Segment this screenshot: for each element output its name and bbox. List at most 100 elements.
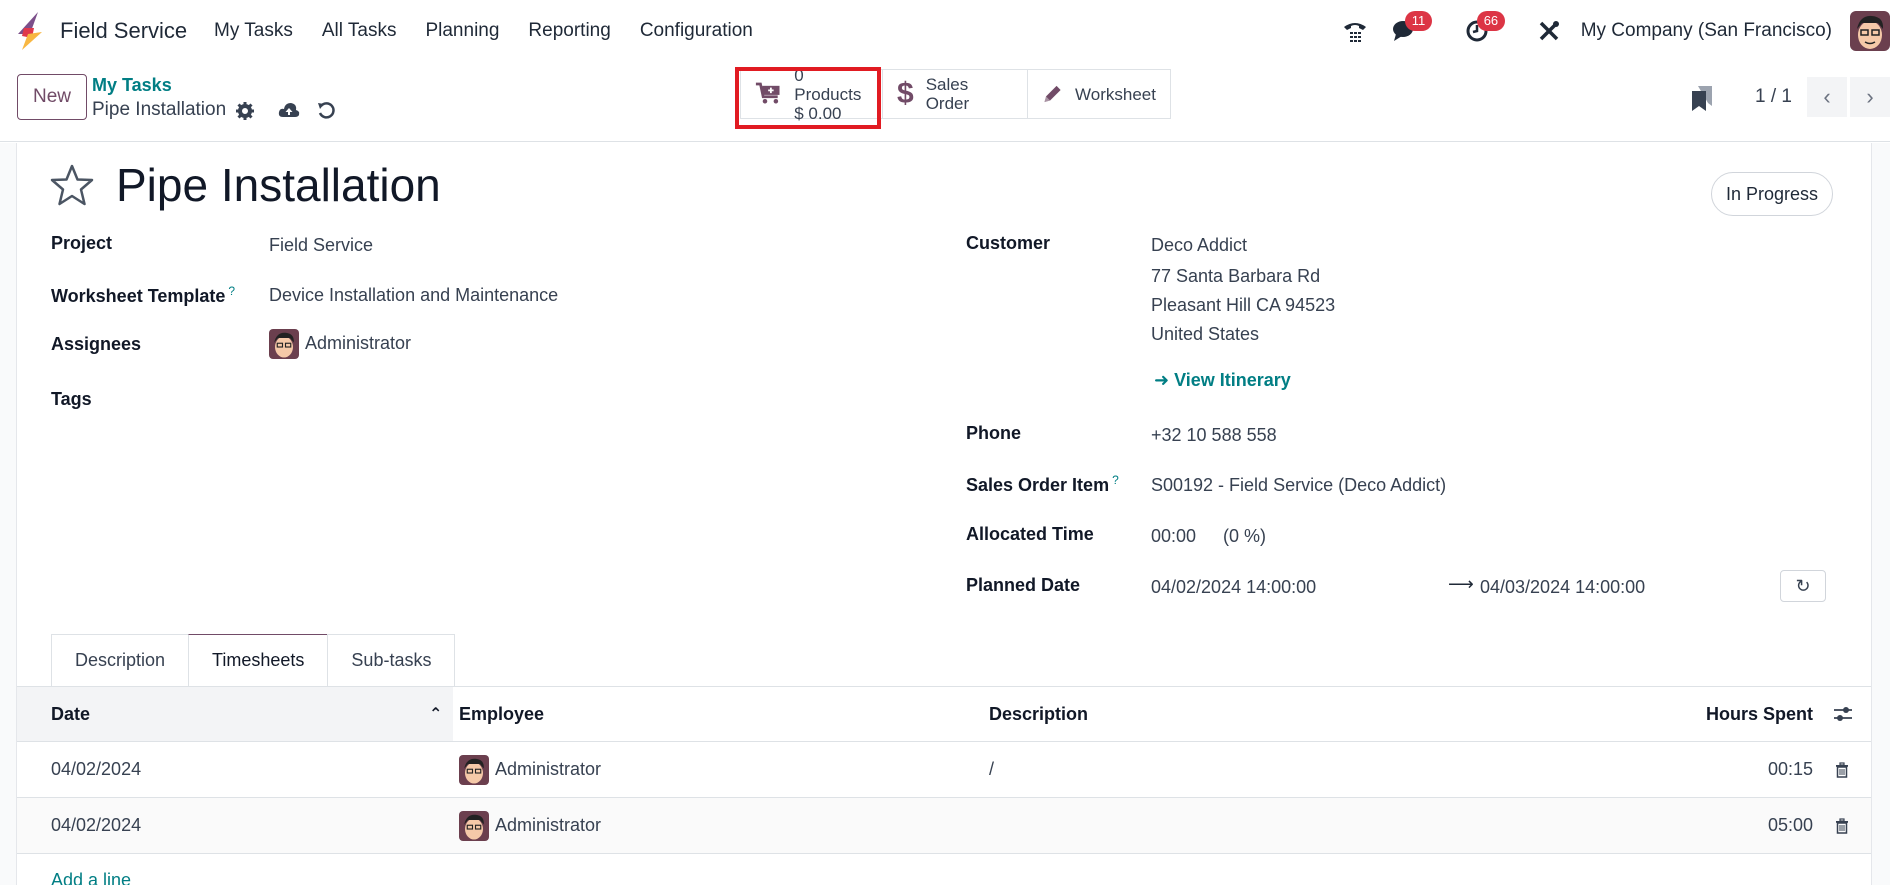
save-cloud-icon[interactable] <box>278 99 300 125</box>
timesheet-table: Date ⌃ Employee Description Hours Spent … <box>17 687 1871 854</box>
table-row[interactable]: 04/02/2024 Administrator 05:00 <box>17 798 1871 854</box>
products-smart-button[interactable]: 0 Products $ 0.00 <box>741 66 883 123</box>
sales-order-item-label: Sales Order Item? <box>966 473 1119 495</box>
assignees-field[interactable]: Administrator <box>269 329 411 359</box>
row-hours: 05:00 <box>1767 815 1813 835</box>
column-hours-spent[interactable]: Hours Spent <box>1706 687 1813 741</box>
sort-ascending-icon[interactable]: ⌃ <box>429 687 442 741</box>
menu-configuration[interactable]: Configuration <box>640 20 753 42</box>
customer-label: Customer <box>966 233 1051 253</box>
column-date[interactable]: Date <box>51 687 90 741</box>
pager-previous-button[interactable]: ‹ <box>1807 77 1847 117</box>
activities-badge: 66 <box>1476 11 1506 31</box>
planned-date-label: Planned Date <box>966 575 1081 595</box>
assignee-avatar <box>269 329 299 359</box>
address-line2: Pleasant Hill CA 94523 <box>1151 295 1336 315</box>
worksheet-label: Worksheet <box>1075 84 1156 104</box>
phone-label: Phone <box>966 423 1022 443</box>
column-employee[interactable]: Employee <box>459 687 544 741</box>
customer-field[interactable]: Deco Addict <box>1151 235 1247 256</box>
gear-icon[interactable] <box>236 99 254 126</box>
menu-all-tasks[interactable]: All Tasks <box>322 20 397 42</box>
products-count: 0 Products <box>794 65 862 104</box>
cart-plus-icon <box>755 82 780 104</box>
breadcrumb-current: Pipe Installation <box>92 99 227 120</box>
worksheet-smart-button[interactable]: Worksheet <box>1028 70 1170 118</box>
worksheet-template-field[interactable]: Device Installation and Maintenance <box>269 285 558 306</box>
allocated-time-field[interactable]: 00:00 <box>1151 526 1196 547</box>
systray: 11 66 My Company (San Francisco) <box>1341 0 1890 62</box>
project-field[interactable]: Field Service <box>269 235 373 256</box>
row-hours: 00:15 <box>1767 759 1813 779</box>
date-range-arrow-icon: ⟶ <box>1448 574 1474 594</box>
address-country: United States <box>1151 324 1260 344</box>
row-description: / <box>989 759 995 779</box>
sales-order-label: Sales Order <box>925 75 970 113</box>
allocated-time-label: Allocated Time <box>966 524 1094 544</box>
bookmark-icon[interactable] <box>1690 84 1714 112</box>
row-date: 04/02/2024 <box>51 759 142 779</box>
refresh-date-button[interactable]: ↻ <box>1780 570 1826 602</box>
refresh-icon: ↻ <box>1795 575 1811 596</box>
control-panel: New My Tasks Pipe Installation 0 Product… <box>0 62 1890 142</box>
column-description[interactable]: Description <box>989 687 1088 741</box>
table-row[interactable]: 04/02/2024 Administrator / 00:15 <box>17 742 1871 798</box>
assignee-name: Administrator <box>305 332 412 353</box>
pager-next-button[interactable]: › <box>1850 77 1890 117</box>
phone-icon[interactable] <box>1341 17 1369 45</box>
menu-my-tasks[interactable]: My Tasks <box>214 20 293 42</box>
planned-end-field[interactable]: 04/03/2024 14:00:00 <box>1480 577 1645 598</box>
menu-planning[interactable]: Planning <box>425 20 499 42</box>
task-title[interactable]: Pipe Installation <box>116 158 441 212</box>
arrow-right-icon: ➜ <box>1154 370 1175 390</box>
pager-value[interactable]: 1 / 1 <box>1755 86 1792 108</box>
messages-badge: 11 <box>1404 11 1433 31</box>
breadcrumb-parent[interactable]: My Tasks <box>92 75 172 96</box>
assignees-label: Assignees <box>51 334 142 354</box>
pencil-icon <box>1044 85 1061 103</box>
notebook-tabs: Description Timesheets Sub-tasks <box>51 634 456 686</box>
allocated-percent: (0 %) <box>1223 526 1267 546</box>
chat-icon[interactable]: 11 <box>1391 11 1433 45</box>
clock-icon[interactable]: 66 <box>1463 11 1506 45</box>
sheet-right-gutter <box>1871 143 1890 885</box>
optional-columns-icon[interactable] <box>1833 687 1853 741</box>
address-line1: 77 Santa Barbara Rd <box>1151 266 1321 286</box>
status-badge[interactable]: In Progress <box>1711 172 1834 216</box>
products-amount: $ 0.00 <box>794 103 842 123</box>
help-icon[interactable]: ? <box>228 284 235 298</box>
star-icon[interactable] <box>50 163 94 207</box>
user-avatar[interactable] <box>1850 11 1890 51</box>
help-icon[interactable]: ? <box>1112 473 1119 487</box>
view-itinerary-link[interactable]: ➜ View Itinerary <box>1154 370 1291 391</box>
field-service-logo-icon[interactable] <box>16 12 44 50</box>
menu-reporting[interactable]: Reporting <box>528 20 610 42</box>
phone-field[interactable]: +32 10 588 558 <box>1151 425 1277 446</box>
sheet-left-gutter <box>0 143 17 885</box>
add-line-link[interactable]: Add a line <box>51 870 131 885</box>
trash-icon[interactable] <box>1835 742 1849 797</box>
company-switcher[interactable]: My Company (San Francisco) <box>1581 20 1832 42</box>
sales-order-smart-button[interactable]: $ Sales Order <box>883 70 1028 118</box>
row-date: 04/02/2024 <box>51 815 142 835</box>
app-name[interactable]: Field Service <box>60 18 187 44</box>
project-label: Project <box>51 233 113 253</box>
main-menu: My Tasks All Tasks Planning Reporting Co… <box>214 20 782 42</box>
dollar-icon: $ <box>897 77 914 110</box>
tab-sub-tasks[interactable]: Sub-tasks <box>327 634 456 686</box>
tab-description[interactable]: Description <box>51 634 190 686</box>
worksheet-template-label: Worksheet Template? <box>51 284 236 306</box>
row-employee: Administrator <box>459 742 601 797</box>
tags-label: Tags <box>51 389 92 409</box>
employee-avatar <box>459 810 489 841</box>
planned-start-field[interactable]: 04/02/2024 14:00:00 <box>1151 577 1316 598</box>
tab-timesheets[interactable]: Timesheets <box>188 634 329 686</box>
tools-icon[interactable] <box>1535 17 1563 45</box>
table-header: Date ⌃ Employee Description Hours Spent <box>17 687 1871 742</box>
new-button[interactable]: New <box>17 74 87 120</box>
smart-buttons: 0 Products $ 0.00 $ Sales Order Workshee… <box>740 66 1171 123</box>
row-employee: Administrator <box>459 798 601 853</box>
trash-icon[interactable] <box>1835 798 1849 853</box>
sales-order-item-field[interactable]: S00192 - Field Service (Deco Addict) <box>1151 475 1446 496</box>
discard-undo-icon[interactable] <box>317 99 335 125</box>
